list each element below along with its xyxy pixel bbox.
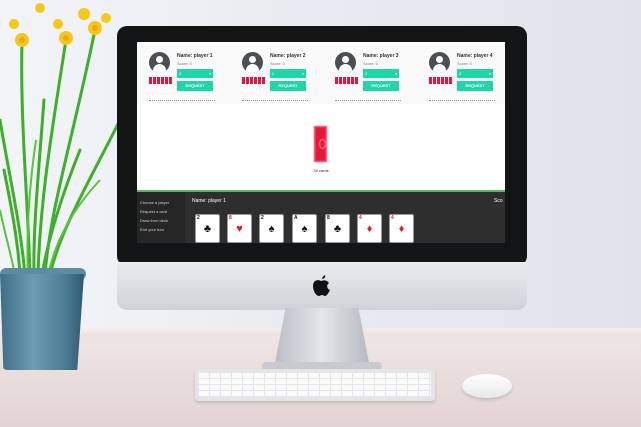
user-avatar-icon (242, 52, 263, 73)
playing-card[interactable]: 4 ♦ (357, 214, 382, 243)
player-panel-4: Name: player 4 Score: 0 2 ▾ REQUEST (429, 52, 505, 104)
player-card-stack (335, 77, 359, 84)
apple-logo-icon (313, 275, 330, 296)
card-rank: 8 (229, 215, 232, 221)
chevron-down-icon: ▾ (488, 71, 491, 76)
menu-item-choose-player[interactable]: Choose a player (140, 200, 169, 205)
playing-card[interactable]: 4 ♦ (389, 214, 414, 243)
card-rank: 4 (391, 215, 394, 221)
playing-card[interactable]: 2 ♠ (259, 214, 284, 243)
card-suit-icon: ♠ (268, 223, 275, 235)
player-score: Score: 0 (270, 61, 285, 66)
player-name: Name: player 2 (270, 53, 306, 59)
card-rank: 4 (359, 215, 362, 221)
user-avatar-icon (149, 52, 170, 73)
card-suit-icon: ♣ (203, 223, 212, 235)
request-button[interactable]: REQUEST (457, 81, 493, 91)
playing-card[interactable]: 8 ♣ (325, 214, 350, 243)
player-panel-1: Name: player 1 Score: 0 2 ▾ REQUEST (149, 52, 235, 104)
game-screen: Name: player 1 Score: 0 2 ▾ REQUEST Name:… (137, 42, 505, 243)
card-rank-select[interactable]: 2 ▾ (270, 69, 306, 78)
playing-card[interactable]: 8 ♥ (227, 214, 252, 243)
keyboard (195, 369, 435, 401)
chevron-down-icon: ▾ (394, 71, 397, 76)
playing-card[interactable]: 2 ♣ (195, 214, 220, 243)
player-name: Name: player 3 (363, 53, 399, 59)
request-button[interactable]: REQUEST (177, 81, 213, 91)
player-card-stack (149, 77, 173, 84)
keyboard-keys (199, 373, 431, 397)
card-suit-icon: ♣ (333, 223, 342, 235)
player-score: Score: 0 (363, 61, 378, 66)
menu-item-draw-from-deck[interactable]: Draw from deck (140, 218, 168, 223)
card-suit-icon: ♦ (398, 223, 405, 235)
user-avatar-icon (429, 52, 450, 73)
divider (335, 100, 401, 102)
card-rank-select[interactable]: 2 ▾ (177, 69, 213, 78)
select-value: 2 (179, 71, 182, 76)
divider (149, 100, 215, 102)
menu-item-request-card[interactable]: Request a card (140, 209, 167, 214)
deck-count: 34 cards (313, 168, 329, 173)
card-rank: 2 (197, 215, 200, 221)
request-button[interactable]: REQUEST (363, 81, 399, 91)
chevron-down-icon: ▾ (301, 71, 304, 76)
playing-card[interactable]: A ♠ (292, 214, 317, 243)
hand-player-name: Name: player 1 (192, 198, 226, 204)
select-value: 2 (365, 71, 368, 76)
players-row: Name: player 1 Score: 0 2 ▾ REQUEST Name:… (137, 42, 505, 104)
card-rank: A (294, 215, 298, 221)
divider (242, 100, 308, 102)
card-suit-icon: ♥ (236, 223, 243, 235)
card-rank: 2 (261, 215, 264, 221)
select-value: 2 (459, 71, 462, 76)
flower-pot (0, 274, 84, 370)
draw-deck[interactable] (314, 126, 327, 162)
select-value: 2 (272, 71, 275, 76)
player-panel-3: Name: player 3 Score: 0 2 ▾ REQUEST (335, 52, 421, 104)
player-score: Score: 0 (457, 61, 472, 66)
player-name: Name: player 4 (457, 53, 493, 59)
card-suit-icon: ♠ (301, 223, 308, 235)
monitor-stand (274, 308, 370, 368)
player-card-stack (429, 77, 453, 84)
hand-score-label: Sco (494, 198, 503, 204)
card-rank-select[interactable]: 2 ▾ (457, 69, 493, 78)
player-card-stack (242, 77, 266, 84)
hand-area: Choose a player Request a card Draw from… (137, 192, 505, 243)
request-button[interactable]: REQUEST (270, 81, 306, 91)
divider (429, 100, 495, 102)
menu-item-end-turn[interactable]: End your turn (140, 227, 164, 232)
chevron-down-icon: ▾ (208, 71, 211, 76)
daffodil-plant (0, 3, 122, 277)
mouse (462, 374, 512, 398)
card-rank-select[interactable]: 2 ▾ (363, 69, 399, 78)
card-rank: 8 (327, 215, 330, 221)
action-menu: Choose a player Request a card Draw from… (137, 192, 185, 243)
player-score: Score: 0 (177, 61, 192, 66)
player-name: Name: player 1 (177, 53, 213, 59)
user-avatar-icon (335, 52, 356, 73)
player-panel-2: Name: player 2 Score: 0 2 ▾ REQUEST (242, 52, 328, 104)
card-suit-icon: ♦ (366, 223, 373, 235)
